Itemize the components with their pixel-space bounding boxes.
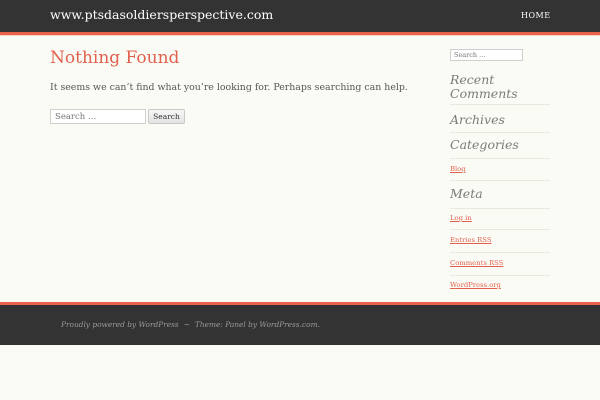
meta-link-entries-rss[interactable]: Entries RSS: [450, 236, 491, 244]
main-search-input[interactable]: [50, 109, 146, 124]
footer-credits: Proudly powered by WordPress ~ Theme: Pane…: [61, 320, 320, 329]
widget-divider: [450, 208, 550, 209]
category-link-blog[interactable]: Blog: [450, 165, 466, 173]
recent-comments-heading: Recent Comments: [450, 72, 518, 101]
footer-theme-link[interactable]: Theme: Panel by WordPress.com.: [195, 320, 320, 329]
sidebar-search-input[interactable]: [450, 49, 523, 61]
site-title-link[interactable]: www.ptsdasoldiersperspective.com: [50, 7, 273, 22]
list-divider: [450, 252, 550, 253]
sidebar: Recent Comments Archives Categories Blog…: [450, 0, 550, 300]
page-title: Nothing Found: [50, 48, 180, 68]
widget-divider: [450, 180, 550, 181]
widget-divider: [450, 158, 550, 159]
meta-link-login[interactable]: Log in: [450, 214, 472, 222]
meta-link-wordpress-org[interactable]: WordPress.org: [450, 281, 501, 289]
widget-divider: [450, 104, 550, 105]
meta-heading: Meta: [450, 186, 483, 201]
meta-link-comments-rss[interactable]: Comments RSS: [450, 259, 503, 267]
not-found-message: It seems we can’t find what you’re looki…: [50, 82, 408, 93]
widget-divider: [450, 132, 550, 133]
list-divider: [450, 229, 550, 230]
archives-heading: Archives: [450, 112, 505, 127]
site-footer: Proudly powered by WordPress ~ Theme: Pane…: [0, 305, 600, 345]
categories-heading: Categories: [450, 137, 519, 152]
footer-wordpress-link[interactable]: Proudly powered by WordPress: [61, 320, 179, 329]
footer-separator: ~: [183, 320, 190, 329]
main-search-button[interactable]: Search: [148, 109, 185, 124]
list-divider: [450, 275, 550, 276]
